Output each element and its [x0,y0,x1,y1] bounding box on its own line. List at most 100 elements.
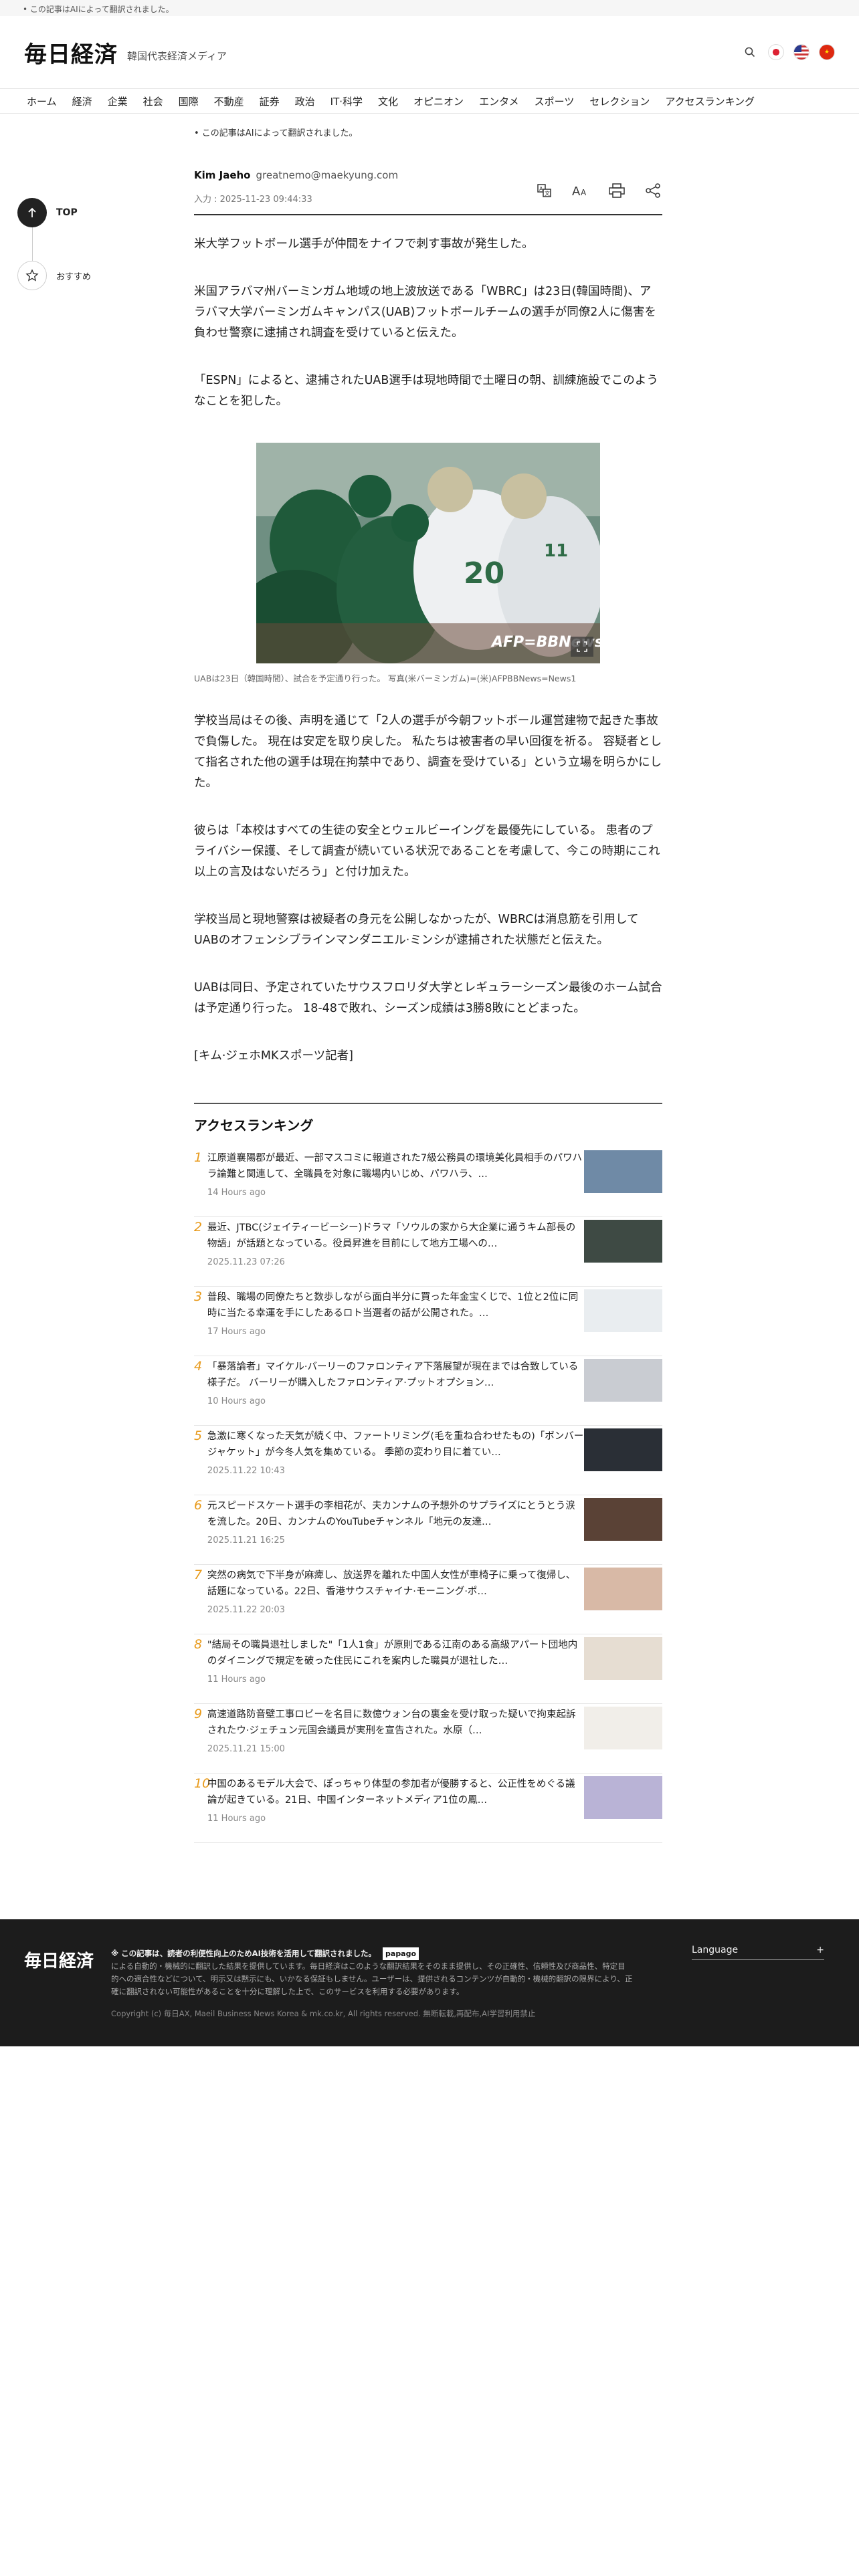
rank-body: 高速道路防音壁工事ロビーを名目に数億ウォン台の裏金を受け取った疑いで拘束起訴され… [207,1707,584,1754]
ranking-item[interactable]: 1 江原道襄陽郡が最近、一部マスコミに報道された7級公務員の環境美化員相手のパワハ… [194,1148,663,1217]
papago-logo: papago [383,1947,419,1960]
author-email[interactable]: greatnemo@maekyung.com [256,169,398,181]
ranking-item[interactable]: 4 「暴落論者」マイケル·バーリーのファロンティア下落展望が現在までは合致している… [194,1356,663,1426]
ranking-title: アクセスランキング [194,1117,314,1134]
language-plus-icon: + [816,1945,824,1955]
nav-item-1[interactable]: 経済 [72,94,92,108]
site-logo[interactable]: 毎日経済 [24,36,118,69]
nav-item-13[interactable]: セレクション [589,94,650,108]
nav-item-0[interactable]: ホーム [27,94,57,108]
top-label: TOP [56,207,78,218]
expand-icon[interactable] [571,637,593,657]
rank-headline[interactable]: 高速道路防音壁工事ロビーを名目に数億ウォン台の裏金を受け取った疑いで拘束起訴され… [207,1707,584,1739]
ranking-item[interactable]: 10 中国のあるモデル大会で、ぽっちゃり体型の参加者が優勝すると、公正性をめぐる議… [194,1774,662,1843]
font-size-icon[interactable]: AA [571,181,590,200]
nav-item-12[interactable]: スポーツ [535,94,575,108]
rank-body: 急激に寒くなった天気が続く中、ファートリミング(毛を重ね合わせたもの)「ボンバー… [207,1428,584,1476]
side-divider [32,227,33,261]
ranking-item[interactable]: 6 元スピードスケート選手の李相花が、夫カンナムの予想外のサプライズにとうとう涙を… [194,1495,663,1565]
rank-thumbnail[interactable] [583,1359,663,1402]
article-paragraph: 学校当局と現地警察は被疑者の身元を公開しなかったが、WBRCは消息筋を引用してU… [194,913,639,947]
rank-body: "結局その職員退社しました"「1人1食」が原則である江南のある高級アパート団地内… [207,1637,584,1685]
author-name[interactable]: Kim Jaeho [194,169,250,181]
side-floating-menu: TOP おすすめ [17,198,98,290]
share-icon[interactable] [644,181,662,200]
article-paragraph: [キム·ジェホMKスポーツ記者] [194,1049,353,1063]
ranking-item[interactable]: 7 突然の病気で下半身が麻痺し、放送界を離れた中国人女性が車椅子に乗って復帰し、話… [194,1565,663,1634]
rank-thumbnail[interactable] [583,1150,663,1193]
rank-number: 6 [194,1498,203,1513]
svg-text:A: A [572,185,581,197]
nav-item-5[interactable]: 不動産 [214,94,244,108]
rank-number: 5 [194,1428,203,1443]
main-nav: ホーム 経済 企業 社会 国際 不動産 証券 政治 IT·科学 文化 オピニオン エンタメ スポーツ セレ… [0,88,859,114]
top-ai-notice: • この記事はAIによって翻訳されました。 [0,0,859,16]
article-paragraph: 学校当局はその後、声明を通じて「2人の選手が今朝フットボール運営建物で起きた事故… [194,714,662,790]
svg-text:A: A [539,186,543,192]
rank-thumbnail[interactable] [583,1428,663,1471]
ranking-item[interactable]: 8 "結局その職員退社しました"「1人1食」が原則である江南のある高級アパート団地… [194,1634,663,1704]
article-body-top: 米大学フットボール選手が仲間をナイフで刺す事故が発生した。 米国アラバマ州バーミン… [194,234,662,412]
svg-text:20: 20 [464,556,504,591]
rank-time: 14 Hours ago [207,1188,266,1198]
svg-text:A: A [581,188,587,197]
nav-item-8[interactable]: IT·科学 [330,94,363,108]
svg-text:文: 文 [545,190,550,197]
nav-item-11[interactable]: エンタメ [479,94,519,108]
nav-item-7[interactable]: 政治 [295,94,315,108]
rank-number: 8 [194,1637,203,1652]
usa-flag-icon[interactable] [793,44,809,60]
rank-thumbnail[interactable] [583,1289,663,1332]
svg-text:11: 11 [544,541,568,561]
rank-body: 中国のあるモデル大会で、ぽっちゃり体型の参加者が優勝すると、公正性をめぐる議論が… [207,1776,584,1824]
nav-item-3[interactable]: 社会 [143,94,163,108]
article-photo[interactable]: 20 11 AFP=BBNews [256,443,600,663]
recommend-button[interactable]: おすすめ [17,261,98,290]
nav-item-10[interactable]: オピニオン [413,94,464,108]
nav-item-6[interactable]: 証券 [260,94,280,108]
nav-item-4[interactable]: 国際 [179,94,199,108]
article-paragraph: UABは同日、予定されていたサウスフロリダ大学とレギュラーシーズン最後のホーム試… [194,981,662,1015]
rank-thumbnail[interactable] [583,1498,663,1541]
footer-logo[interactable]: 毎日経済 [24,1947,94,1972]
rank-time: 2025.11.21 16:25 [207,1535,285,1545]
nav-item-14[interactable]: アクセスランキング [665,94,755,108]
rank-headline[interactable]: 急激に寒くなった天気が続く中、ファートリミング(毛を重ね合わせたもの)「ボンバー… [207,1428,584,1461]
rank-thumbnail[interactable] [583,1568,663,1610]
rank-headline[interactable]: 最近、JTBC(ジェイティービーシー)ドラマ「ソウルの家から大企業に通うキム部長… [207,1220,584,1252]
rank-time: 2025.11.23 07:26 [207,1257,285,1267]
ranking-item[interactable]: 2 最近、JTBC(ジェイティービーシー)ドラマ「ソウルの家から大企業に通うキム部… [194,1217,663,1287]
search-icon[interactable] [741,43,759,61]
nav-item-9[interactable]: 文化 [378,94,398,108]
rank-headline[interactable]: 元スピードスケート選手の李相花が、夫カンナムの予想外のサプライズにとうとう涙を流… [207,1498,584,1530]
rank-time: 10 Hours ago [207,1396,266,1406]
scroll-top-button[interactable]: TOP [17,198,98,227]
rank-headline[interactable]: 普段、職場の同僚たちと数歩しながら面白半分に買った年金宝くじで、1位と2位に同時… [207,1289,584,1321]
footer-text: による自動的・機械的に翻訳した結果を提供しています。毎日経済はこのような翻訳結果… [111,1961,633,1996]
site-subtitle: 韓国代表経済メディア [127,49,227,62]
china-flag-icon[interactable]: ★ [819,44,835,60]
rank-headline[interactable]: "結局その職員退社しました"「1人1食」が原則である江南のある高級アパート団地内… [207,1637,584,1669]
rank-thumbnail[interactable] [583,1776,662,1819]
rank-thumbnail[interactable] [583,1220,663,1263]
nav-item-2[interactable]: 企業 [108,94,128,108]
rank-headline[interactable]: 中国のあるモデル大会で、ぽっちゃり体型の参加者が優勝すると、公正性をめぐる議論が… [207,1776,584,1808]
ranking-item[interactable]: 3 普段、職場の同僚たちと数歩しながら面白半分に買った年金宝くじで、1位と2位に同… [194,1287,663,1356]
rank-thumbnail[interactable] [583,1707,663,1749]
rank-body: 突然の病気で下半身が麻痺し、放送界を離れた中国人女性が車椅子に乗って復帰し、話題… [207,1568,584,1615]
translate-icon[interactable]: A文 [535,181,554,200]
rank-headline[interactable]: 「暴落論者」マイケル·バーリーのファロンティア下落展望が現在までは合致している様… [207,1359,584,1391]
rank-time: 2025.11.22 10:43 [207,1466,285,1476]
korea-flag-icon[interactable] [768,44,784,60]
language-select[interactable]: Language + [692,1945,824,1960]
rank-number: 4 [194,1359,203,1374]
rank-body: 最近、JTBC(ジェイティービーシー)ドラマ「ソウルの家から大企業に通うキム部長… [207,1220,584,1267]
ranking-item[interactable]: 5 急激に寒くなった天気が続く中、ファートリミング(毛を重ね合わせたもの)「ボンバ… [194,1426,663,1495]
article-paragraph: 「ESPN」によると、逮捕されたUAB選手は現地時間で土曜日の朝、訓練施設でこの… [194,374,658,408]
print-icon[interactable] [607,181,626,200]
ranking-item[interactable]: 9 高速道路防音壁工事ロビーを名目に数億ウォン台の裏金を受け取った疑いで拘束起訴さ… [194,1704,663,1774]
rank-headline[interactable]: 突然の病気で下半身が麻痺し、放送界を離れた中国人女性が車椅子に乗って復帰し、話題… [207,1568,584,1600]
rank-body: 普段、職場の同僚たちと数歩しながら面白半分に買った年金宝くじで、1位と2位に同時… [207,1289,584,1337]
rank-thumbnail[interactable] [583,1637,663,1680]
rank-headline[interactable]: 江原道襄陽郡が最近、一部マスコミに報道された7級公務員の環境美化員相手のパワハラ… [207,1150,584,1182]
